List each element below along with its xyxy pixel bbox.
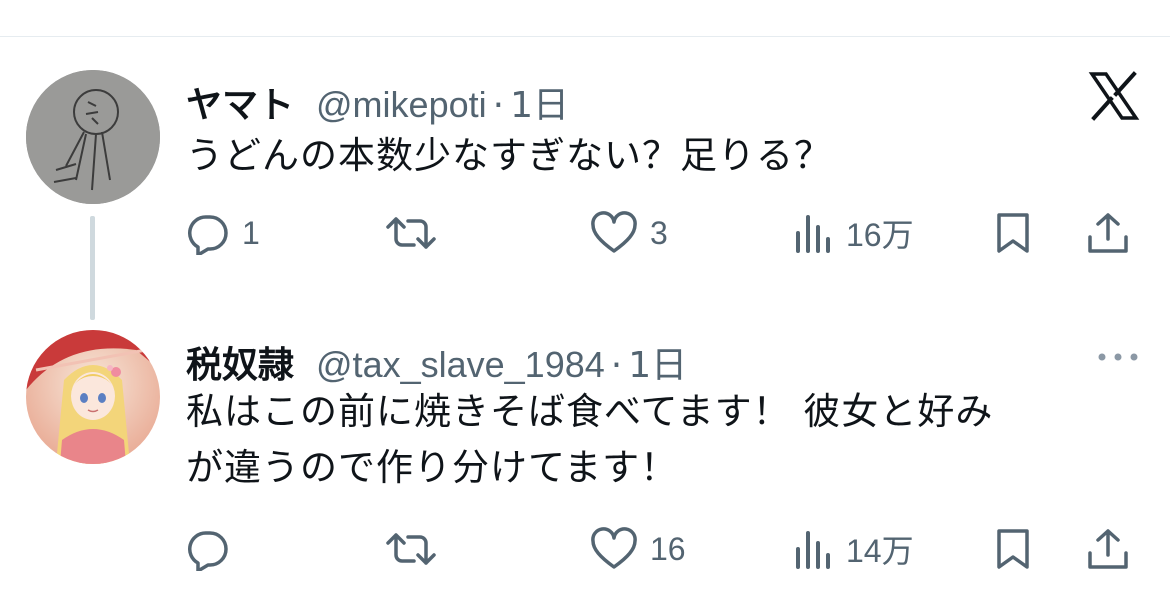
retweet-button[interactable] [386, 210, 448, 256]
bookmark-button[interactable] [994, 526, 1032, 572]
views-chart-icon [796, 215, 830, 253]
x-logo-icon[interactable] [1088, 70, 1140, 122]
like-button[interactable]: 3 [590, 210, 668, 256]
view-count: 14万 [846, 533, 914, 569]
views-button[interactable]: 16万 [794, 210, 914, 256]
tweet-text: 私はこの前に焼きそば食べてます！ 彼女と好み が違うので作り分けてます！ [186, 384, 1086, 496]
avatar[interactable] [26, 70, 160, 204]
bookmark-button[interactable] [994, 210, 1032, 256]
share-icon [1088, 213, 1128, 253]
tweet-text-line-1: 私はこの前に焼きそば食べてます！ 彼女と好み [186, 390, 994, 433]
action-bar: 1 3 16万 [186, 210, 1146, 256]
retweet-button[interactable] [386, 526, 448, 572]
more-dots-icon[interactable] [1096, 348, 1140, 361]
timestamp[interactable]: 1日 [510, 76, 569, 128]
sketch-face-avatar [26, 70, 160, 204]
heart-icon [591, 211, 637, 253]
separator-dot: · [492, 85, 505, 126]
top-divider [0, 36, 1170, 37]
like-button[interactable]: 16 [590, 526, 686, 572]
user-handle[interactable]: @tax_slave_1984 [316, 344, 605, 386]
tweet-tax-slave[interactable]: 税奴隷 @tax_slave_1984 · 1日 私はこの前に焼きそば食べてます… [0, 330, 1170, 609]
tweet-text-line-2: が違うので作り分けてます！ [186, 446, 679, 489]
like-count: 16 [650, 530, 686, 567]
tweet-text: うどんの本数少なすぎない？足りる？ [186, 134, 832, 177]
views-chart-icon [796, 531, 830, 569]
bookmark-icon [997, 213, 1029, 253]
share-icon [1088, 529, 1128, 569]
tweet-header: 税奴隷 @tax_slave_1984 · 1日 [186, 336, 687, 386]
anime-girl-avatar [26, 330, 160, 464]
display-name[interactable]: ヤマト [186, 76, 294, 128]
like-count: 3 [650, 214, 668, 251]
user-handle[interactable]: @mikepoti [316, 84, 487, 126]
avatar[interactable] [26, 330, 160, 464]
reply-button[interactable] [186, 526, 242, 572]
view-count: 16万 [846, 217, 914, 253]
tweet-header: ヤマト @mikepoti · 1日 [186, 76, 569, 126]
reply-count: 1 [242, 214, 260, 251]
retweet-icon [386, 217, 436, 249]
views-button[interactable]: 14万 [794, 526, 914, 572]
retweet-icon [386, 533, 436, 565]
separator-dot: · [610, 345, 623, 386]
share-button[interactable] [1086, 526, 1130, 572]
timestamp[interactable]: 1日 [628, 336, 687, 388]
reply-icon [188, 215, 228, 255]
action-bar: 16 14万 [186, 526, 1146, 572]
reply-icon [188, 531, 228, 571]
bookmark-icon [997, 529, 1029, 569]
reply-button[interactable]: 1 [186, 210, 260, 256]
tweet-yamato[interactable]: ヤマト @mikepoti · 1日 うどんの本数少なすぎない？足りる？ 1 3… [0, 70, 1170, 320]
display-name[interactable]: 税奴隷 [186, 336, 294, 388]
share-button[interactable] [1086, 210, 1130, 256]
heart-icon [591, 527, 637, 569]
